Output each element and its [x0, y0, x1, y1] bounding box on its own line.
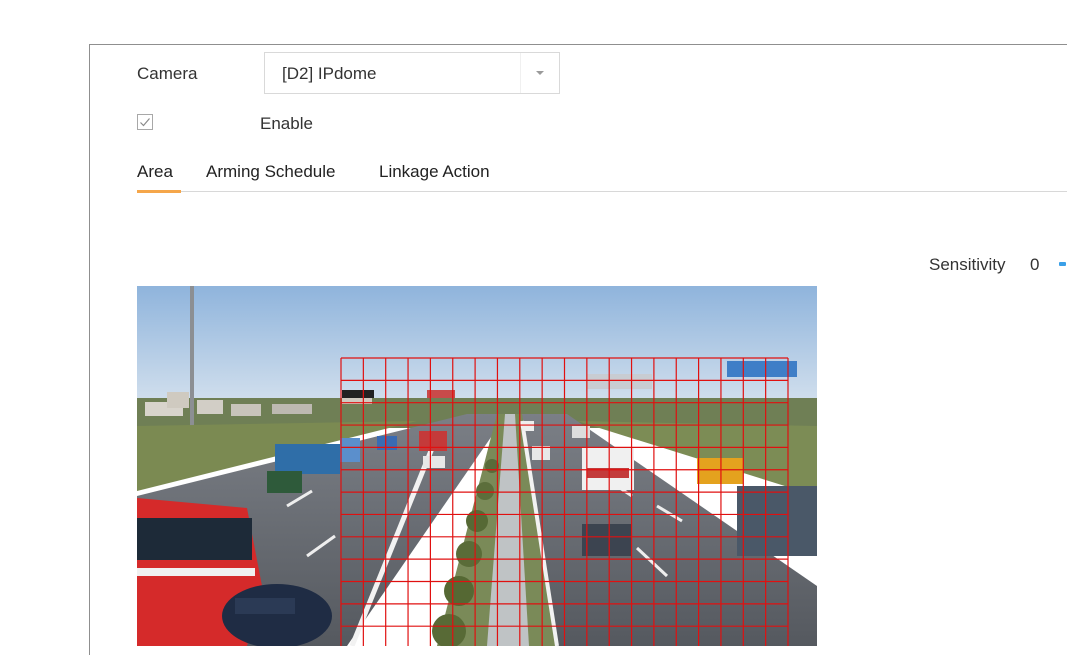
sensitivity-slider[interactable] — [1059, 262, 1066, 266]
camera-select[interactable]: [D2] IPdome — [264, 52, 560, 94]
camera-preview-image — [137, 286, 817, 646]
tab-arming-schedule[interactable]: Arming Schedule — [206, 162, 335, 182]
enable-checkbox[interactable] — [137, 114, 153, 130]
sensitivity-label: Sensitivity — [929, 255, 1006, 274]
tab-active-indicator — [137, 190, 181, 193]
chevron-down-icon[interactable] — [520, 53, 559, 93]
tab-linkage-action[interactable]: Linkage Action — [379, 162, 490, 182]
checkmark-icon — [140, 118, 150, 127]
tab-area[interactable]: Area — [137, 162, 173, 182]
camera-label: Camera — [137, 64, 198, 83]
sensitivity-value: 0 — [1030, 255, 1040, 274]
enable-label: Enable — [260, 114, 313, 133]
camera-preview[interactable] — [137, 286, 817, 646]
camera-select-value: [D2] IPdome — [282, 64, 377, 83]
tab-divider — [137, 191, 1067, 192]
